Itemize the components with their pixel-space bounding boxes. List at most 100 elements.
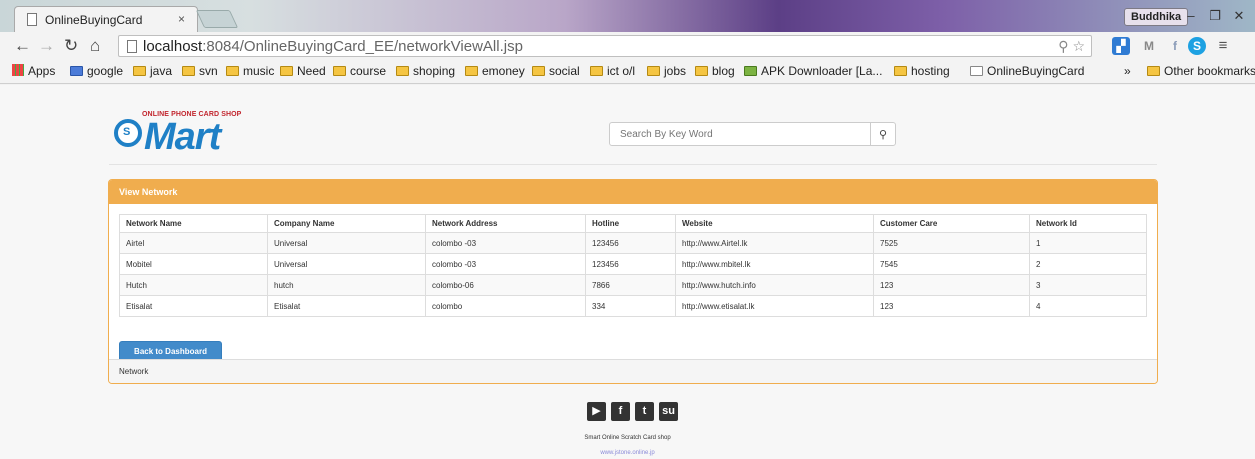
bookmark-page[interactable]: OnlineBuyingCard (970, 64, 1084, 78)
extension-icon[interactable]: ▞ (1112, 37, 1130, 55)
address-bar[interactable]: localhost:8084/OnlineBuyingCard_EE/netwo… (118, 35, 1092, 57)
profile-button[interactable]: Buddhika (1124, 8, 1189, 26)
cell-network-id: 1 (1029, 232, 1147, 254)
cell-customer-care: 123 (873, 295, 1030, 317)
bookmark-folder[interactable]: hosting (894, 64, 950, 78)
restore-icon[interactable]: ❐ (1204, 8, 1226, 26)
table-row: Airtel Universal colombo -03 123456 http… (119, 232, 1147, 254)
panel-heading: View Network (109, 180, 1157, 204)
cell-network-address: colombo (425, 295, 586, 317)
column-header: Network Name (119, 214, 268, 233)
twitter-icon[interactable]: t (635, 402, 654, 421)
bookmark-folder[interactable]: emoney (465, 64, 525, 78)
facebook-ext-icon[interactable]: f (1166, 37, 1184, 55)
home-icon[interactable]: ⌂ (90, 36, 100, 56)
cell-network-name: Etisalat (119, 295, 268, 317)
cell-hotline: 123456 (585, 253, 676, 275)
bookmark-folder[interactable]: jobs (647, 64, 686, 78)
browser-tab[interactable]: OnlineBuyingCard × (14, 6, 198, 32)
folder-icon (280, 66, 293, 76)
table-row: Hutch hutch colombo-06 7866 http://www.h… (119, 274, 1147, 296)
menu-icon[interactable]: ≡ (1214, 37, 1232, 55)
cell-network-id: 2 (1029, 253, 1147, 275)
folder-icon (226, 66, 239, 76)
facebook-icon[interactable]: f (611, 402, 630, 421)
bookmark-folder[interactable]: blog (695, 64, 735, 78)
bookmark-folder[interactable]: svn (182, 64, 218, 78)
cell-website: http://www.mbitel.lk (675, 253, 874, 275)
bookmark-apk[interactable]: APK Downloader [La... (744, 64, 882, 78)
cell-network-name: Mobitel (119, 253, 268, 275)
bookmark-folder[interactable]: shoping (396, 64, 455, 78)
folder-icon (894, 66, 907, 76)
zoom-and-star-icons[interactable]: ⚲ ☆ (1058, 38, 1085, 55)
close-window-icon[interactable]: ✕ (1228, 8, 1250, 26)
folder-icon (333, 66, 346, 76)
folder-icon (396, 66, 409, 76)
search-button[interactable]: ⚲ (870, 122, 896, 146)
logo-circle: S (114, 119, 142, 147)
bookmark-folder[interactable]: social (532, 64, 580, 78)
mail-icon[interactable]: M (1140, 37, 1158, 55)
logo-word: Mart (144, 116, 221, 158)
tab-title: OnlineBuyingCard (45, 13, 143, 27)
bookmark-apps[interactable]: Apps (12, 64, 55, 78)
column-header: Customer Care (873, 214, 1030, 233)
network-table: Network Name Company Name Network Addres… (119, 214, 1147, 317)
page-icon (127, 40, 137, 53)
bookmark-google[interactable]: google (70, 64, 123, 78)
column-header: Network Id (1029, 214, 1147, 233)
minimize-icon[interactable]: – (1180, 8, 1202, 26)
folder-icon (133, 66, 146, 76)
search-input[interactable] (609, 122, 871, 146)
folder-icon (465, 66, 478, 76)
table-header-row: Network Name Company Name Network Addres… (119, 214, 1147, 233)
reload-icon[interactable]: ↻ (64, 36, 78, 56)
cell-network-address: colombo -03 (425, 253, 586, 275)
panel-footer: Network (109, 359, 1157, 383)
cell-network-name: Hutch (119, 274, 268, 296)
page-icon (970, 66, 983, 76)
url-text[interactable]: localhost:8084/OnlineBuyingCard_EE/netwo… (143, 38, 523, 55)
cell-network-id: 3 (1029, 274, 1147, 296)
footer-tagline: Smart Online Scratch Card shop (584, 435, 671, 441)
column-header: Company Name (267, 214, 426, 233)
cell-network-id: 4 (1029, 295, 1147, 317)
cell-website: http://www.Airtel.lk (675, 232, 874, 254)
site-logo[interactable]: S ONLINE PHONE CARD SHOP Mart (112, 109, 262, 158)
header-divider (109, 164, 1157, 165)
bookmarks-more-button[interactable]: » (1124, 64, 1131, 78)
bookmark-folder[interactable]: ict o/l (590, 64, 635, 78)
browser-tab-strip: OnlineBuyingCard × Buddhika – ❐ ✕ (0, 0, 1255, 32)
new-tab-button[interactable] (195, 10, 239, 28)
stumbleupon-icon[interactable]: su (659, 402, 678, 421)
column-header: Website (675, 214, 874, 233)
cell-company-name: Universal (267, 232, 426, 254)
table-row: Etisalat Etisalat colombo 334 http://www… (119, 295, 1147, 317)
bookmark-folder[interactable]: music (226, 64, 274, 78)
bookmark-folder[interactable]: java (133, 64, 172, 78)
folder-icon (182, 66, 195, 76)
bookmarks-bar: Apps google java svn music Need course s… (0, 60, 1255, 84)
skype-icon[interactable]: S (1188, 37, 1206, 55)
search-form: ⚲ (609, 122, 896, 146)
cell-customer-care: 7525 (873, 232, 1030, 254)
network-panel: View Network Network Name Company Name N… (108, 179, 1158, 384)
cell-network-address: colombo -03 (425, 232, 586, 254)
column-header: Network Address (425, 214, 586, 233)
footer-site-link[interactable]: www.jstone.online.jp (0, 450, 1255, 456)
cell-hotline: 7866 (585, 274, 676, 296)
back-arrow-icon[interactable]: ← (14, 36, 31, 56)
bookmark-folder[interactable]: Need (280, 64, 326, 78)
android-icon (744, 66, 757, 76)
forward-arrow-icon[interactable]: → (38, 36, 55, 56)
panel-body: Network Name Company Name Network Addres… (109, 204, 1157, 362)
youtube-icon[interactable]: ▶ (587, 402, 606, 421)
cell-network-address: colombo-06 (425, 274, 586, 296)
cell-hotline: 334 (585, 295, 676, 317)
cell-company-name: hutch (267, 274, 426, 296)
tab-close-icon[interactable]: × (178, 12, 185, 26)
other-bookmarks[interactable]: Other bookmarks (1147, 64, 1255, 78)
cell-website: http://www.etisalat.lk (675, 295, 874, 317)
bookmark-folder[interactable]: course (333, 64, 386, 78)
